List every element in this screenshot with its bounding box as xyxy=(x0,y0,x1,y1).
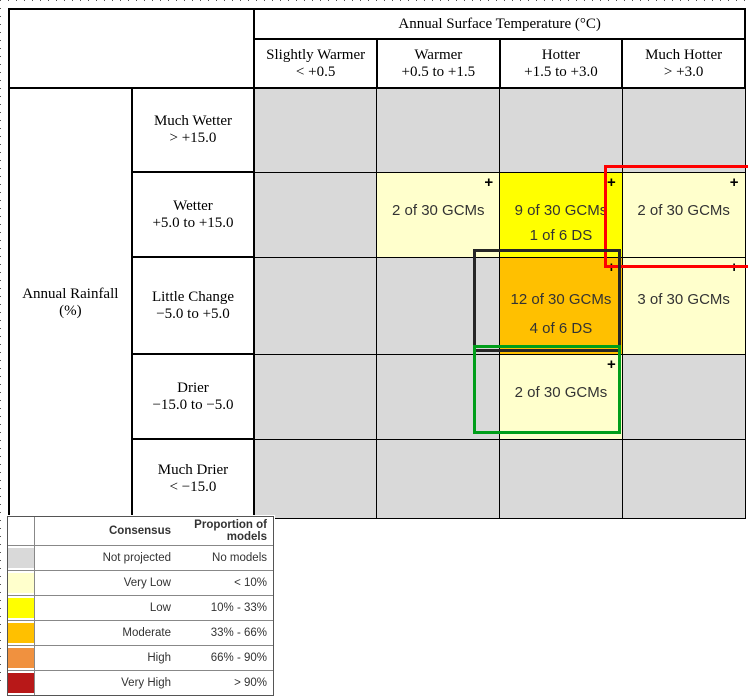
legend-swatch xyxy=(8,670,35,695)
legend-proportion-label: > 90% xyxy=(234,677,267,689)
legend-swatch xyxy=(8,620,35,646)
row-header-much-wetter: Much Wetter > +15.0 xyxy=(130,87,256,173)
cell-little-change-much-hotter: + 3 of 30 GCMs xyxy=(621,256,746,355)
cell-gcm-count: 3 of 30 GCMs xyxy=(637,291,730,309)
row-header-range: −5.0 to +5.0 xyxy=(156,305,230,322)
cell-drier-slightly-warmer xyxy=(253,353,378,440)
row-header-little-change: Little Change −5.0 to +5.0 xyxy=(130,256,256,355)
cell-much-drier-hotter xyxy=(499,438,623,519)
row-header-name: Little Change xyxy=(151,288,235,305)
legend-proportion-header: Proportion of models xyxy=(177,517,273,546)
legend-consensus-label: Moderate xyxy=(34,620,177,646)
column-group-header: Annual Surface Temperature (°C) xyxy=(253,8,746,40)
legend-consensus-header: Consensus xyxy=(34,517,177,546)
row-header-much-drier: Much Drier < −15.0 xyxy=(130,438,256,519)
cell-wetter-warmer: + 2 of 30 GCMs xyxy=(376,171,501,258)
legend-consensus-label: Not projected xyxy=(34,545,177,571)
column-header-hotter: Hotter +1.5 to +3.0 xyxy=(498,38,624,89)
cell-drier-warmer xyxy=(376,353,501,440)
cell-little-change-warmer xyxy=(376,256,501,355)
legend-swatch xyxy=(8,645,35,671)
row-group-header: Annual Rainfall (%) xyxy=(8,87,133,519)
column-header-range: +0.5 to +1.5 xyxy=(401,63,476,80)
legend-row-low: Low 10% - 33% xyxy=(8,595,273,621)
legend-header-row: Consensus Proportion of models xyxy=(8,517,273,546)
row-header-name: Much Wetter xyxy=(153,113,233,130)
row-header-wetter: Wetter +5.0 to +15.0 xyxy=(130,171,256,258)
legend-consensus-label: Very Low xyxy=(34,570,177,596)
legend-proportion-label: No models xyxy=(177,545,273,571)
cell-much-wetter-slightly-warmer xyxy=(253,87,378,173)
cell-gcm-count: 2 of 30 GCMs xyxy=(392,201,485,219)
cell-much-wetter-warmer xyxy=(376,87,501,173)
cell-ds-count: 1 of 6 DS xyxy=(529,226,593,244)
cell-much-wetter-much-hotter xyxy=(621,87,746,173)
cell-gcm-count: 2 of 30 GCMs xyxy=(514,383,608,401)
cell-little-change-slightly-warmer xyxy=(253,256,378,355)
legend-row-very-high: Very High > 90% xyxy=(8,670,273,695)
legend-consensus-label: High xyxy=(34,645,177,671)
column-header-name: Much Hotter xyxy=(645,46,723,63)
legend-table: Consensus Proportion of models Not proje… xyxy=(8,517,273,695)
row-header-range: < −15.0 xyxy=(169,478,217,495)
cell-gcm-count: 12 of 30 GCMs xyxy=(510,291,612,309)
column-header-name: Warmer xyxy=(414,46,463,63)
row-header-name: Wetter xyxy=(173,197,213,214)
cell-gcm-count: 2 of 30 GCMs xyxy=(637,201,730,219)
legend-swatch xyxy=(8,545,35,571)
cell-plus-marker: + xyxy=(729,258,739,276)
column-header-warmer: Warmer +0.5 to +1.5 xyxy=(375,38,501,89)
legend-row-high: High 66% - 90% xyxy=(8,645,273,671)
cell-much-wetter-hotter xyxy=(499,87,623,173)
row-header-drier: Drier −15.0 to −5.0 xyxy=(130,353,256,440)
cell-wetter-slightly-warmer xyxy=(253,171,378,258)
legend-proportion-label: 66% - 90% xyxy=(177,645,273,671)
table-row: Annual Rainfall (%) Much Wetter > +15.0 xyxy=(8,87,746,519)
cell-drier-hotter: + 2 of 30 GCMs xyxy=(499,353,623,440)
cell-much-drier-slightly-warmer xyxy=(253,438,378,519)
legend-proportion-label: < 10% xyxy=(177,570,273,596)
cell-plus-marker: + xyxy=(607,258,616,276)
cell-plus-marker: + xyxy=(729,173,739,191)
matrix-top-header-row: Annual Surface Temperature (°C) xyxy=(7,8,746,89)
legend-consensus-label: Low xyxy=(34,595,177,621)
legend-proportion-label: 33% - 66% xyxy=(177,620,273,646)
column-header-name: Hotter xyxy=(541,46,581,63)
cell-ds-count: 4 of 6 DS xyxy=(529,319,593,337)
legend-panel: Consensus Proportion of models Not proje… xyxy=(7,516,274,696)
column-header-range: < +0.5 xyxy=(295,63,336,80)
legend-row-not-projected: Not projected No models xyxy=(8,545,273,571)
cell-gcm-count: 9 of 30 GCMs xyxy=(514,201,608,219)
row-header-range: +5.0 to +15.0 xyxy=(152,214,234,231)
column-header-slightly-warmer: Slightly Warmer < +0.5 xyxy=(253,38,378,89)
legend-swatch xyxy=(8,595,35,621)
column-header-range: +1.5 to +3.0 xyxy=(524,63,598,80)
column-header-range: > +3.0 xyxy=(663,63,704,80)
legend-swatch-header xyxy=(8,517,35,546)
legend-proportion-label: 10% - 33% xyxy=(177,595,273,621)
legend-consensus-label: Very High xyxy=(121,677,171,689)
row-header-range: > +15.0 xyxy=(169,130,217,146)
column-header-name: Slightly Warmer xyxy=(266,46,366,63)
climate-consensus-matrix: Annual Surface Temperature (°C) Slightly… xyxy=(7,8,746,519)
row-header-name: Drier xyxy=(177,379,209,396)
cell-plus-marker: + xyxy=(607,355,616,373)
cell-plus-marker: + xyxy=(484,173,494,191)
row-header-range: −15.0 to −5.0 xyxy=(152,396,234,413)
legend-swatch xyxy=(8,570,35,596)
cell-wetter-hotter: + 9 of 30 GCMs 1 of 6 DS xyxy=(499,171,623,258)
column-header-much-hotter: Much Hotter > +3.0 xyxy=(621,38,746,89)
cell-much-drier-much-hotter xyxy=(621,438,746,519)
cell-little-change-hotter: + 12 of 30 GCMs 4 of 6 DS xyxy=(499,256,623,355)
cell-wetter-much-hotter: + 2 of 30 GCMs xyxy=(621,171,746,258)
matrix-corner-cell xyxy=(7,8,256,89)
cell-plus-marker: + xyxy=(607,173,616,191)
row-header-name: Much Drier xyxy=(157,461,229,478)
cell-drier-much-hotter xyxy=(621,353,746,440)
legend-row-very-low: Very Low < 10% xyxy=(8,570,273,596)
cell-much-drier-warmer xyxy=(376,438,501,519)
legend-row-moderate: Moderate 33% - 66% xyxy=(8,620,273,646)
